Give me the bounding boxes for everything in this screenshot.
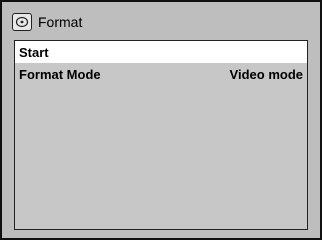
menu-item-start[interactable]: Start bbox=[15, 41, 307, 63]
page-title: Format bbox=[38, 14, 83, 30]
menu-item-label: Start bbox=[19, 44, 49, 60]
title-bar: Format bbox=[12, 10, 82, 34]
disc-icon bbox=[12, 13, 32, 31]
format-screen: Format Start Format Mode Video mode bbox=[0, 0, 322, 240]
menu-item-label: Format Mode bbox=[19, 66, 101, 82]
menu-item-format-mode[interactable]: Format Mode Video mode bbox=[15, 63, 307, 85]
menu-panel: Start Format Mode Video mode bbox=[14, 40, 308, 230]
format-mode-value: Video mode bbox=[229, 66, 303, 82]
